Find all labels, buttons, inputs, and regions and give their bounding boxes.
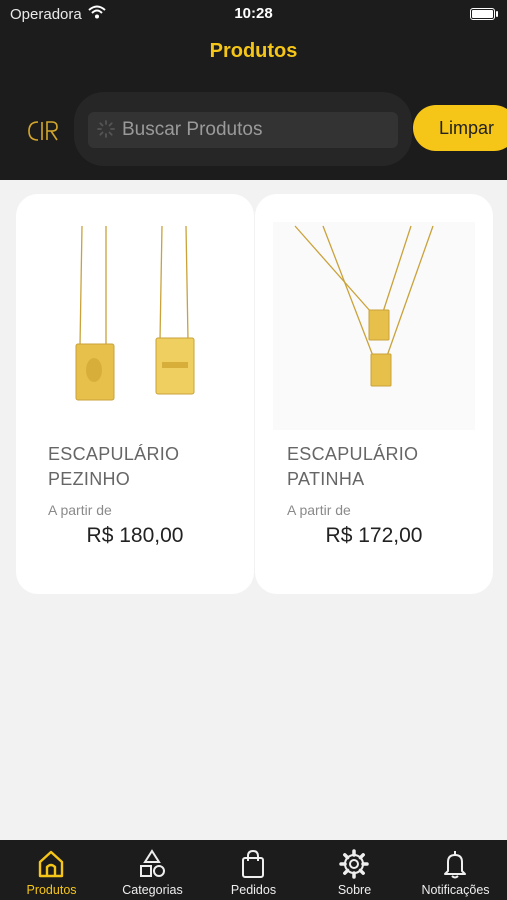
tab-pedidos[interactable]: Pedidos (203, 840, 304, 900)
tab-label: Pedidos (230, 883, 277, 897)
product-card[interactable]: ESCAPULÁRIO PATINHA A partir de R$ 172,0… (255, 194, 493, 594)
shopping-bag-icon (242, 849, 264, 878)
loading-spinner-icon (97, 120, 115, 138)
product-price: R$ 180,00 (86, 524, 184, 547)
home-icon (38, 850, 64, 878)
tab-produtos[interactable]: Produtos (1, 840, 102, 900)
price-prefix: A partir de (287, 502, 351, 518)
bell-icon (444, 851, 466, 879)
tab-label: Categorias (122, 883, 183, 897)
tab-label: Notificações (421, 883, 490, 897)
gear-icon (339, 849, 369, 879)
product-card[interactable]: ESCAPULÁRIO PEZINHO A partir de R$ 180,0… (16, 194, 254, 594)
product-name: ESCAPULÁRIO PEZINHO (48, 444, 180, 489)
tab-label: Sobre (337, 883, 372, 897)
status-time: 10:28 (234, 5, 273, 22)
shapes-icon (140, 849, 165, 877)
status-bar: Operadora 10:28 (0, 0, 507, 28)
search-input[interactable] (122, 112, 392, 148)
price-prefix: A partir de (48, 502, 112, 518)
battery-tip (496, 11, 498, 17)
clear-button[interactable]: Limpar (413, 105, 507, 151)
tab-notificacoes[interactable]: Notificações (405, 840, 506, 900)
product-image (34, 222, 236, 430)
battery-icon (470, 8, 495, 20)
product-image (273, 222, 475, 430)
tab-sobre[interactable]: Sobre (304, 840, 405, 900)
tab-bar: Produtos Categorias Pedidos Sobre Notifi… (0, 840, 507, 900)
tab-categorias[interactable]: Categorias (102, 840, 203, 900)
product-price: R$ 172,00 (325, 524, 423, 547)
tab-label: Produtos (26, 883, 77, 897)
product-name: ESCAPULÁRIO PATINHA (287, 444, 419, 489)
top-header: Operadora 10:28 Produtos Limpar (0, 0, 507, 180)
brand-logo-icon (28, 121, 58, 141)
page-title: Produtos (209, 40, 298, 62)
